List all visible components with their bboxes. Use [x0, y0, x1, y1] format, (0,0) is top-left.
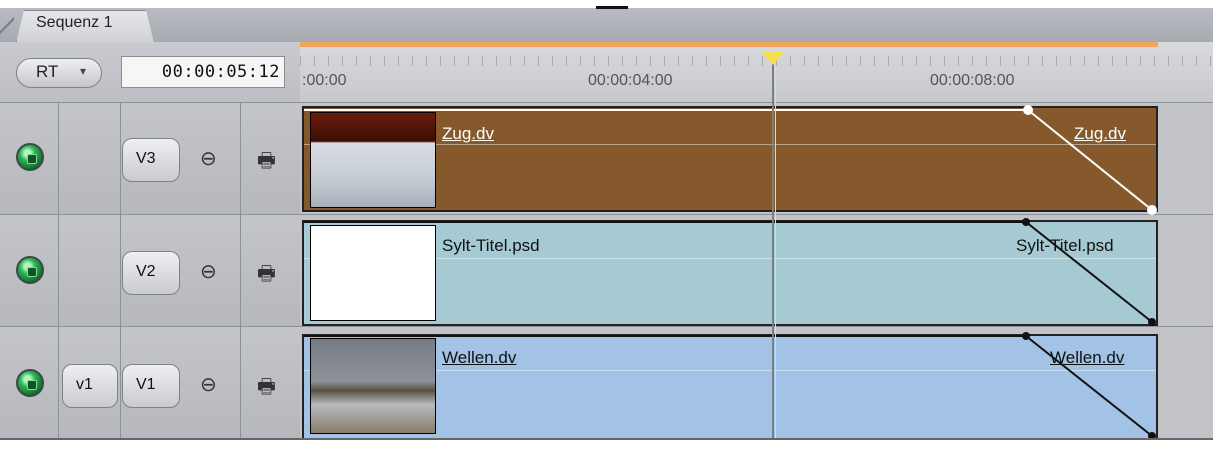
print-icon[interactable]: 🖶 — [257, 372, 276, 406]
rt-label: RT — [36, 62, 59, 81]
opacity-fade-line — [1025, 335, 1153, 437]
tab-divider — [0, 10, 14, 42]
keyframe-handle[interactable] — [1147, 205, 1157, 215]
keyframe-handle[interactable] — [1023, 105, 1033, 115]
opacity-fade-line — [1025, 221, 1153, 323]
rt-popup-button[interactable] — [16, 58, 102, 88]
ruler-label-4s: 00:00:04:00 — [588, 72, 673, 89]
timeline-ruler[interactable] — [300, 42, 1213, 102]
sequence-tab-bar — [0, 8, 1213, 43]
keyframe-overlay — [304, 105, 1157, 438]
header-divider — [58, 326, 59, 438]
playhead-marker-icon[interactable] — [762, 52, 784, 65]
source-track-name: v1 — [76, 376, 93, 393]
track-name: V1 — [136, 376, 156, 393]
print-icon[interactable]: 🖶 — [257, 146, 276, 180]
keyframe-handle[interactable] — [1148, 318, 1156, 326]
tab-sequence-label: Sequenz 1 — [36, 14, 113, 31]
track-visibility-icon[interactable] — [16, 256, 44, 284]
header-divider — [120, 214, 121, 326]
timeline-bottom-edge — [0, 438, 1213, 456]
track-name: V2 — [136, 263, 156, 280]
lock-icon[interactable]: ⊖ — [200, 146, 217, 171]
header-divider — [58, 214, 59, 326]
opacity-fade-line — [1027, 109, 1153, 211]
keyframe-handle[interactable] — [1022, 332, 1030, 340]
window-notch — [596, 6, 628, 9]
playhead-line[interactable] — [772, 62, 774, 440]
track-visibility-icon[interactable] — [16, 143, 44, 171]
header-divider — [120, 326, 121, 438]
header-divider — [240, 214, 241, 326]
chevron-down-icon: ▾ — [80, 64, 87, 78]
playhead-highlight — [775, 62, 776, 440]
ruler-ticks — [300, 56, 1213, 66]
ruler-label-8s: 00:00:08:00 — [930, 72, 1015, 89]
header-divider — [240, 326, 241, 438]
render-status-bar — [300, 42, 1158, 47]
track-visibility-icon[interactable] — [16, 369, 44, 397]
print-icon[interactable]: 🖶 — [257, 259, 276, 293]
lock-icon[interactable]: ⊖ — [200, 259, 217, 284]
keyframe-handle[interactable] — [1022, 218, 1030, 226]
lock-icon[interactable]: ⊖ — [200, 372, 217, 397]
timecode-value: 00:00:05:12 — [161, 62, 280, 82]
track-name: V3 — [136, 150, 156, 167]
ruler-label-start: :00:00 — [302, 72, 347, 89]
